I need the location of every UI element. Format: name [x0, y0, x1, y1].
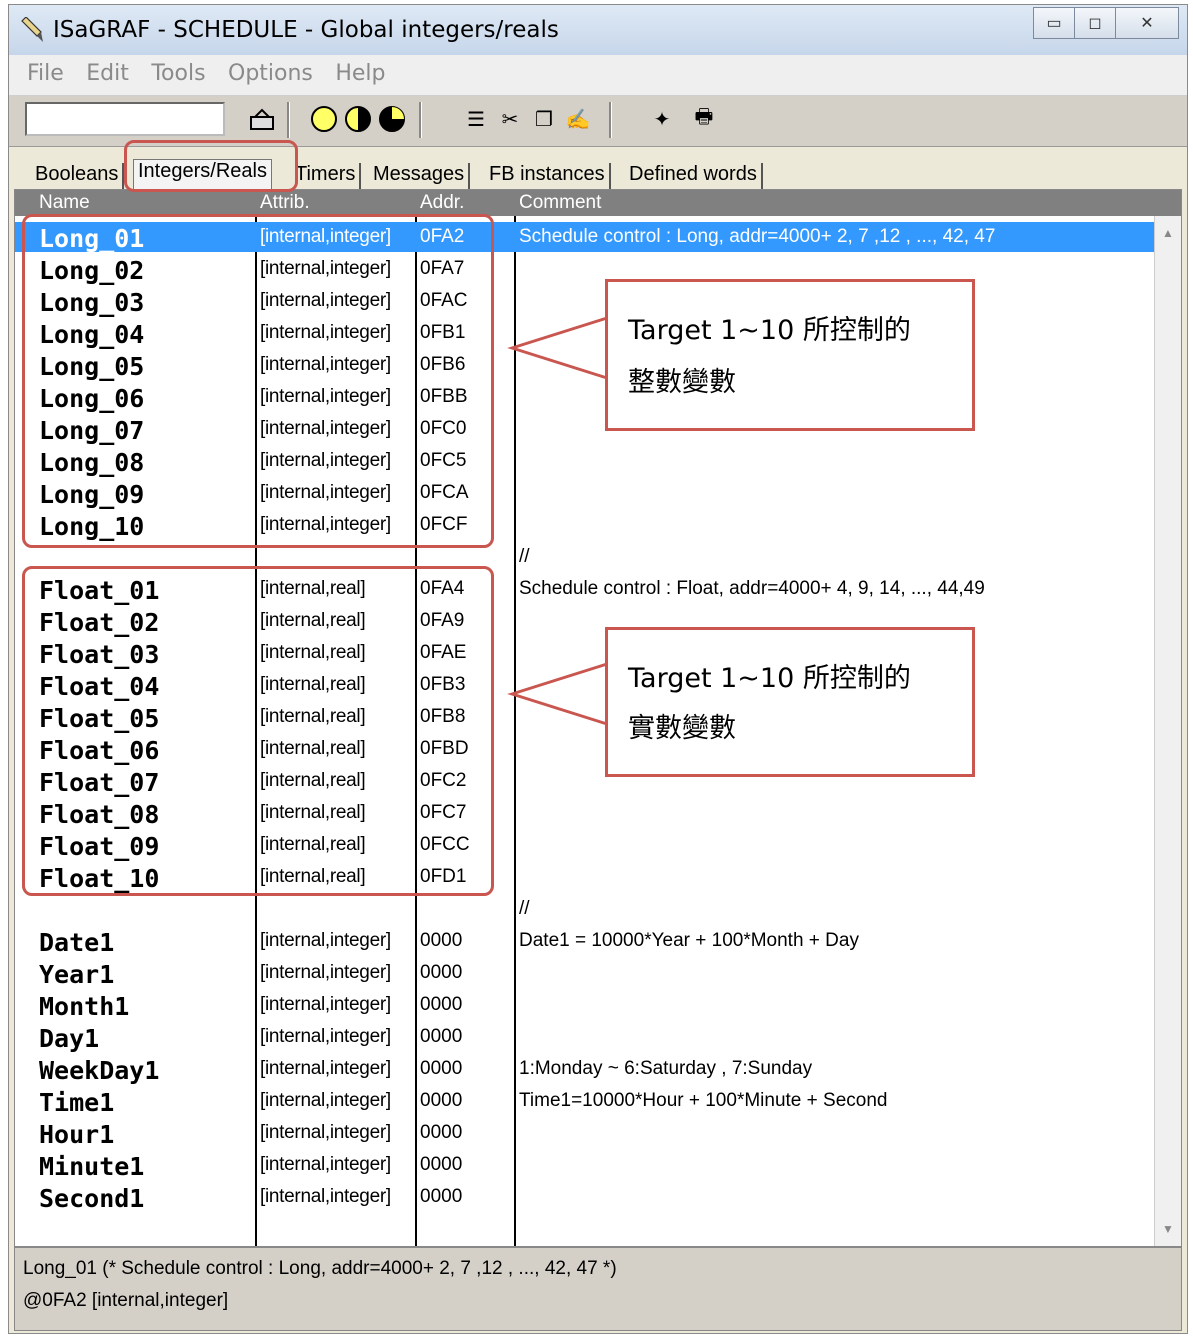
integers-callout-line2: 整數變數	[628, 367, 736, 398]
reals-callout: Target 1~10 所控制的 實數變數	[605, 627, 975, 777]
reals-callout-line1: Target 1~10 所控制的	[628, 663, 911, 694]
integers-callout: Target 1~10 所控制的 整數變數	[605, 279, 975, 431]
callout-pointers	[507, 316, 608, 726]
integers-callout-line1: Target 1~10 所控制的	[628, 315, 911, 346]
reals-callout-line2: 實數變數	[628, 713, 736, 744]
